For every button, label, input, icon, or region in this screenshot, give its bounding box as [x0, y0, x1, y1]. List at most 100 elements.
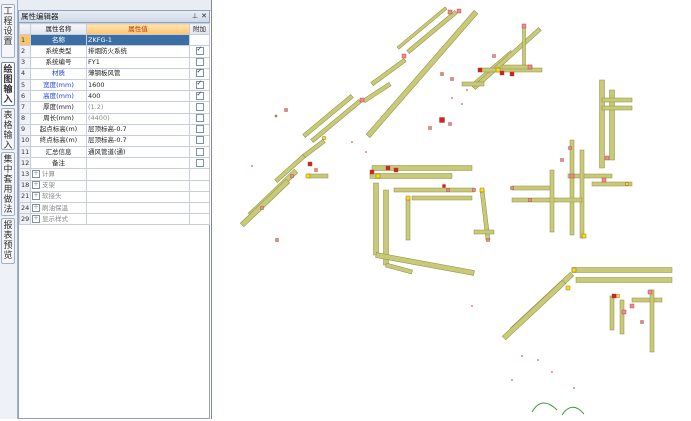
property-group-row[interactable]: 13 + 计算 — [19, 168, 210, 181]
property-row[interactable]: 8 周长(mm) (4400) — [19, 112, 210, 125]
vertical-tab-2[interactable]: 绘图输入 — [1, 62, 15, 106]
duct-segment[interactable] — [619, 299, 625, 335]
property-group-row[interactable]: 24 + 刷油保温 — [19, 201, 210, 215]
property-value[interactable]: FY1 — [86, 56, 190, 69]
duct-segment[interactable] — [511, 185, 553, 191]
pin-icon[interactable]: ⊥ — [192, 11, 198, 22]
duct-segment[interactable] — [609, 295, 615, 331]
duct-fitting[interactable] — [528, 198, 532, 202]
duct-fitting[interactable] — [510, 186, 514, 190]
duct-segment[interactable] — [302, 94, 354, 138]
duct-fitting[interactable] — [621, 309, 627, 315]
duct-fitting[interactable] — [401, 53, 407, 59]
duct-segment[interactable] — [571, 267, 673, 273]
duct-segment[interactable] — [579, 149, 585, 239]
property-row[interactable]: 7 厚度(mm) (1.2) — [19, 101, 210, 114]
duct-segment[interactable] — [369, 173, 453, 179]
property-value[interactable]: ZKFG-1 — [86, 34, 190, 47]
property-value[interactable]: (1.2) — [86, 101, 190, 114]
duct-fitting[interactable] — [440, 72, 444, 76]
duct-fitting[interactable] — [456, 8, 462, 14]
extra-checkbox[interactable] — [195, 125, 204, 134]
property-value[interactable]: 1600 — [86, 78, 190, 92]
property-value[interactable]: 排烟防火系统 — [86, 45, 190, 58]
extra-checkbox[interactable] — [195, 80, 204, 89]
property-row[interactable]: 12 备注 — [19, 157, 210, 170]
duct-segment[interactable] — [501, 279, 567, 341]
property-row[interactable]: 3 系统编号 FY1 — [19, 56, 210, 69]
duct-segment[interactable] — [385, 262, 413, 275]
duct-fitting[interactable] — [314, 168, 318, 172]
duct-fitting[interactable] — [405, 195, 411, 201]
duct-fitting[interactable] — [509, 71, 515, 77]
vertical-tab-1[interactable]: 工程设置 — [1, 4, 15, 58]
duct-fitting[interactable] — [260, 206, 264, 210]
extra-checkbox[interactable] — [195, 158, 204, 167]
duct-segment[interactable] — [575, 277, 673, 283]
duct-segment[interactable] — [239, 178, 291, 228]
duct-drawing[interactable] — [212, 0, 691, 419]
duct-fitting[interactable] — [385, 165, 391, 171]
duct-fitting[interactable] — [625, 182, 629, 186]
duct-fitting[interactable] — [568, 146, 572, 150]
duct-fitting[interactable] — [581, 233, 587, 239]
duct-fitting[interactable] — [393, 167, 399, 173]
property-row[interactable]: 9 起点标高(m) 层顶标高-0.7 — [19, 123, 210, 136]
extra-checkbox[interactable] — [195, 92, 204, 100]
property-row[interactable]: 10 终点标高(m) 层顶标高-0.7 — [19, 134, 210, 148]
duct-fitting[interactable] — [472, 188, 476, 192]
duct-fitting[interactable] — [571, 267, 577, 273]
duct-fitting[interactable] — [442, 184, 446, 188]
duct-segment[interactable] — [601, 105, 633, 111]
duct-fitting[interactable] — [565, 285, 571, 291]
duct-segment[interactable] — [310, 99, 362, 143]
expand-icon[interactable]: + — [32, 203, 40, 212]
duct-fitting[interactable] — [647, 289, 653, 295]
duct-segment[interactable] — [601, 97, 633, 103]
property-row[interactable]: 1 名称 ZKFG-1 — [19, 34, 210, 47]
duct-fitting[interactable] — [446, 188, 450, 192]
property-value[interactable]: (4400) — [86, 112, 190, 125]
duct-fitting[interactable] — [640, 320, 644, 324]
duct-segment[interactable] — [569, 139, 575, 236]
property-value[interactable]: 层顶标高-0.7 — [86, 134, 190, 148]
duct-fitting[interactable] — [284, 108, 288, 112]
property-row[interactable]: 6 高度(mm) 400 — [19, 90, 210, 103]
vertical-tab-5[interactable]: 报表预览 — [1, 218, 15, 264]
expand-icon[interactable]: + — [32, 181, 40, 190]
duct-segment[interactable] — [599, 79, 605, 169]
duct-fitting[interactable] — [616, 294, 620, 298]
duct-fitting[interactable] — [448, 122, 452, 126]
duct-segment[interactable] — [393, 187, 475, 193]
duct-segment[interactable] — [373, 182, 379, 256]
property-row[interactable]: 5 宽度(mm) 1600 — [19, 78, 210, 92]
duct-fitting[interactable] — [560, 158, 564, 162]
duct-segment[interactable] — [501, 64, 533, 70]
duct-fitting[interactable] — [629, 303, 635, 309]
property-row[interactable]: 11 汇总信息 通风管道(通) — [19, 146, 210, 159]
duct-segment[interactable] — [473, 229, 495, 235]
duct-fitting[interactable] — [322, 136, 326, 140]
duct-fitting[interactable] — [450, 77, 454, 81]
duct-fitting[interactable] — [569, 173, 575, 179]
duct-fitting[interactable] — [307, 161, 313, 167]
duct-segment[interactable] — [567, 173, 613, 179]
duct-segment[interactable] — [649, 289, 655, 353]
close-icon[interactable]: ✕ — [201, 11, 207, 22]
extra-checkbox[interactable] — [195, 114, 204, 123]
extra-checkbox[interactable] — [195, 147, 204, 156]
property-row[interactable]: 4 材质 薄钢板风管 — [19, 67, 210, 80]
duct-segment[interactable] — [370, 58, 407, 86]
property-value[interactable]: 薄钢板风管 — [86, 67, 190, 80]
property-value[interactable]: 通风管道(通) — [86, 146, 190, 159]
duct-segment[interactable] — [411, 195, 473, 201]
expand-icon[interactable]: + — [32, 192, 40, 201]
property-value[interactable] — [86, 157, 190, 170]
duct-segment[interactable] — [631, 297, 663, 303]
extra-checkbox[interactable] — [195, 69, 204, 78]
duct-fitting[interactable] — [275, 238, 279, 242]
duct-fitting[interactable] — [492, 54, 496, 58]
duct-fitting[interactable] — [601, 177, 607, 183]
duct-segment[interactable] — [522, 25, 526, 66]
duct-segment[interactable] — [406, 10, 458, 54]
